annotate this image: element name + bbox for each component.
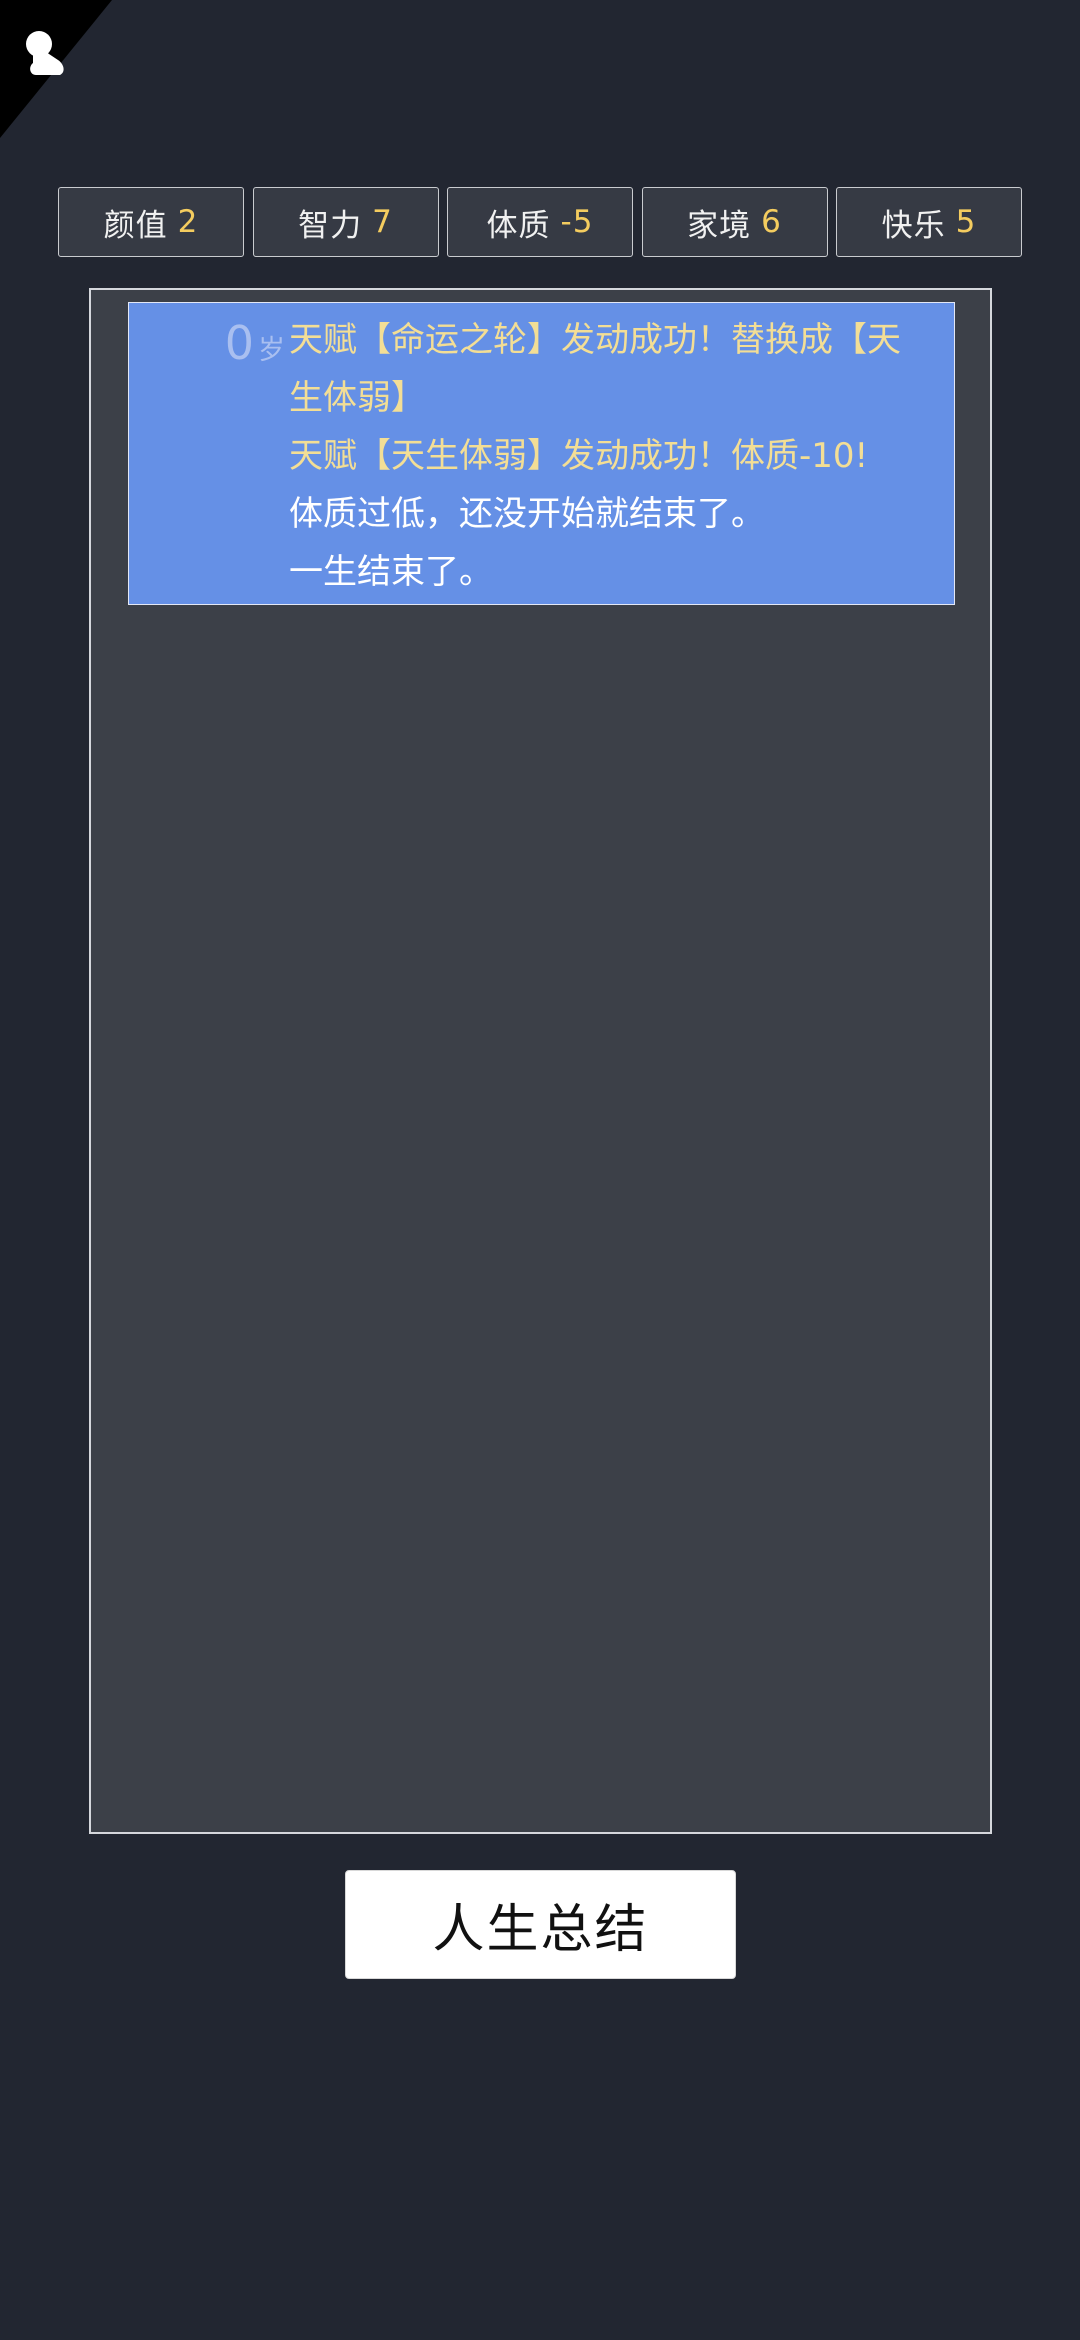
life-summary-button[interactable]: 人生总结 bbox=[345, 1870, 736, 1979]
attribute-bar: 颜值 2 智力 7 体质 -5 家境 6 快乐 5 bbox=[58, 187, 1022, 259]
stat-value: 7 bbox=[372, 204, 393, 240]
stat-label: 家境 bbox=[687, 207, 752, 244]
stat-value: 6 bbox=[761, 204, 782, 240]
entry-line: 生体弱】 bbox=[289, 378, 425, 418]
stat-value: 5 bbox=[955, 204, 977, 240]
age-unit: 岁 bbox=[258, 335, 285, 366]
stat-happiness: 快乐 5 bbox=[836, 187, 1022, 257]
entry-age: 0岁 bbox=[189, 313, 285, 373]
stat-appearance: 颜值 2 bbox=[58, 187, 244, 257]
corner-badge[interactable] bbox=[0, 0, 112, 138]
stat-label: 快乐 bbox=[881, 207, 946, 244]
log-entry: 0岁 天赋【命运之轮】发动成功！替换成【天 生体弱】 天赋【天生体弱】发动成功！… bbox=[128, 302, 955, 605]
pawn-icon bbox=[0, 0, 112, 138]
stat-value: 2 bbox=[177, 204, 199, 240]
entry-line: 体质过低，还没开始就结束了。 bbox=[289, 494, 765, 534]
life-log-panel[interactable]: 0岁 天赋【命运之轮】发动成功！替换成【天 生体弱】 天赋【天生体弱】发动成功！… bbox=[89, 288, 992, 1834]
stat-label: 智力 bbox=[298, 207, 363, 244]
stat-label: 颜值 bbox=[103, 207, 168, 244]
stat-family: 家境 6 bbox=[641, 187, 828, 257]
stat-constitution: 体质 -5 bbox=[447, 187, 633, 257]
entry-line: 天赋【命运之轮】发动成功！替换成【天 bbox=[289, 320, 901, 360]
entry-line: 一生结束了。 bbox=[289, 552, 493, 592]
stat-intelligence: 智力 7 bbox=[252, 187, 439, 257]
entry-line: 天赋【天生体弱】发动成功！体质-10! bbox=[289, 436, 869, 476]
stat-value: -5 bbox=[560, 204, 594, 240]
stat-label: 体质 bbox=[486, 207, 551, 244]
entry-text: 天赋【命运之轮】发动成功！替换成【天 生体弱】 天赋【天生体弱】发动成功！体质-… bbox=[289, 311, 914, 601]
age-number: 0 bbox=[224, 316, 254, 370]
